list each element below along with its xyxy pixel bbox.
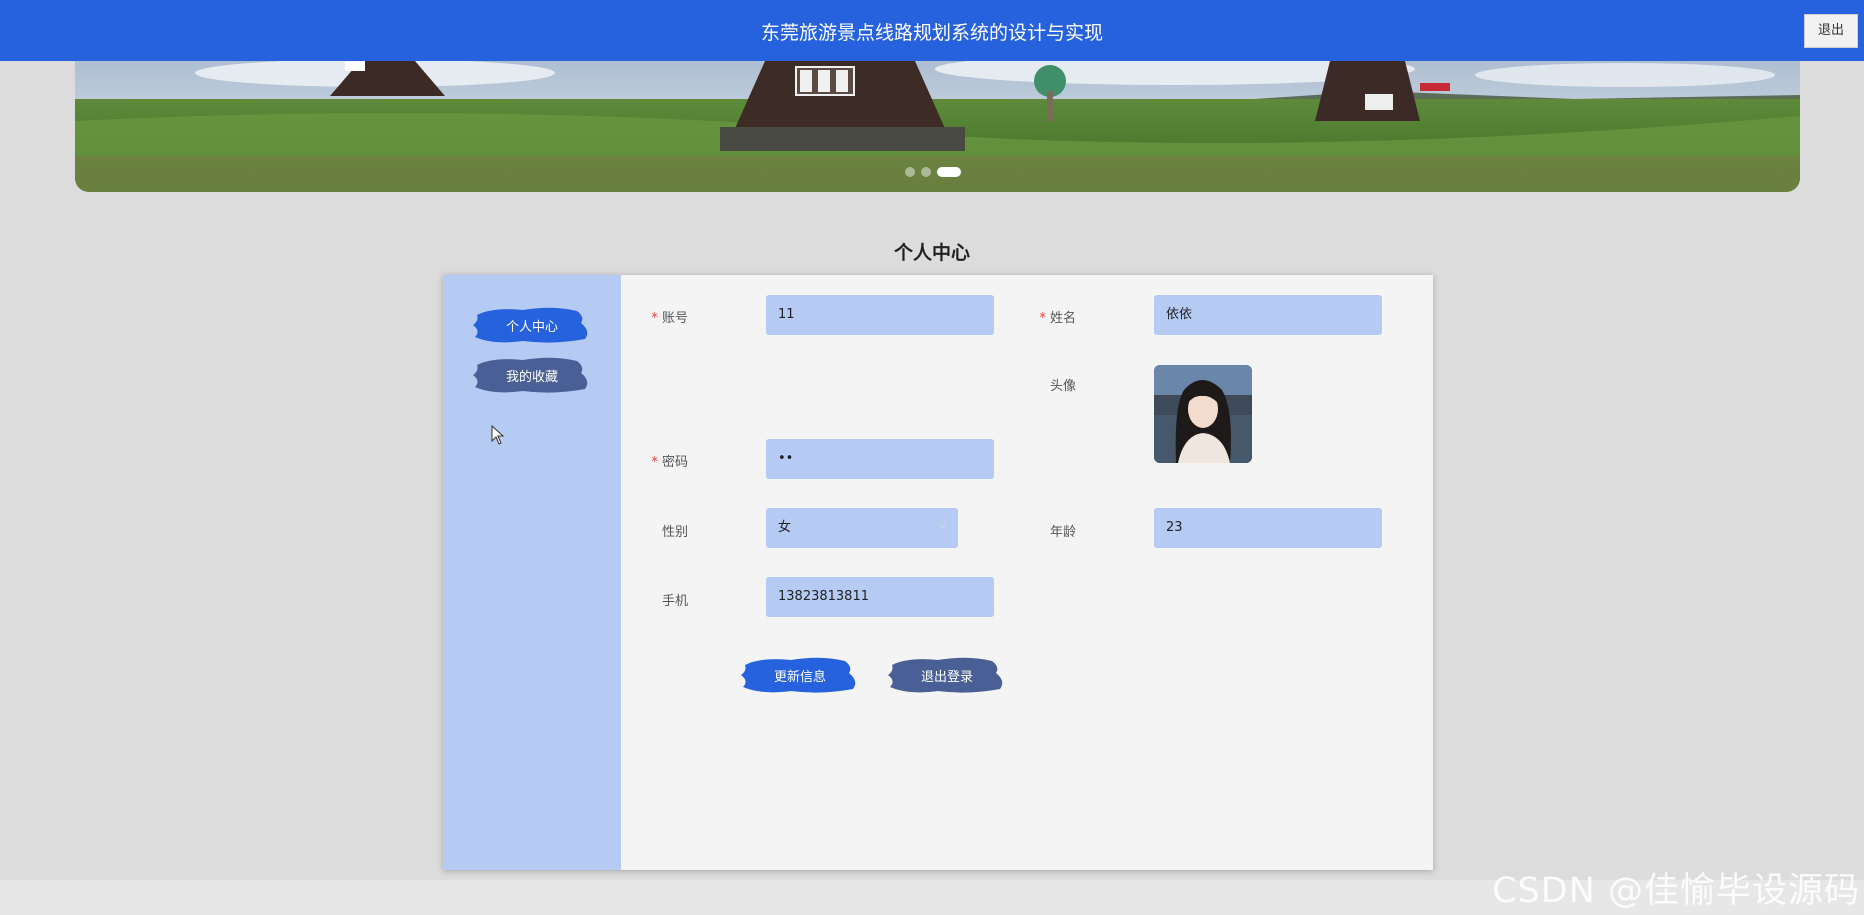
header-logout-button[interactable]: 退出: [1804, 14, 1858, 48]
password-label: * 密码: [651, 455, 688, 470]
chevron-down-icon: [937, 523, 947, 530]
gender-label: 性别: [661, 525, 688, 540]
profile-panel: 个人中心 我的收藏 * 账号 11 * 姓名 依依 头像 * 密码 •• 性别 …: [443, 275, 1433, 870]
name-input[interactable]: 依依: [1154, 295, 1382, 335]
age-label: 年龄: [1049, 525, 1076, 540]
page-title: 个人中心: [893, 242, 970, 264]
watermark: CSDN @佳愉毕设源码: [1492, 871, 1860, 911]
update-info-button[interactable]: 更新信息: [741, 655, 859, 695]
banner-carousel: [75, 61, 1800, 192]
sidebar-item-favorites[interactable]: 我的收藏: [473, 355, 591, 395]
logout-button[interactable]: 退出登录: [888, 655, 1006, 695]
password-input[interactable]: ••: [766, 439, 994, 479]
phone-input[interactable]: 13823813811: [766, 577, 994, 617]
carousel-dot[interactable]: [921, 167, 931, 177]
required-mark: *: [651, 455, 658, 470]
carousel-dot[interactable]: [905, 167, 915, 177]
header-bar: 东莞旅游景点线路规划系统的设计与实现 退出: [0, 0, 1864, 61]
gender-select[interactable]: 女: [766, 508, 958, 548]
sidebar-item-label: 个人中心: [505, 320, 558, 335]
required-mark: *: [651, 311, 658, 326]
required-mark: *: [1039, 311, 1046, 326]
account-input[interactable]: 11: [766, 295, 994, 335]
name-label: * 姓名: [1039, 311, 1076, 326]
avatar[interactable]: [1154, 365, 1252, 463]
carousel-dots: [905, 167, 961, 177]
avatar-photo: [1154, 365, 1252, 463]
avatar-label: 头像: [1049, 379, 1076, 394]
sidebar-item-label: 我的收藏: [505, 370, 558, 385]
carousel-dot-active[interactable]: [937, 167, 961, 177]
logout-label: 退出登录: [920, 670, 973, 685]
update-info-label: 更新信息: [773, 670, 826, 685]
age-input[interactable]: 23: [1154, 508, 1382, 548]
account-label: * 账号: [651, 311, 688, 326]
phone-label: 手机: [661, 594, 688, 609]
app-title: 东莞旅游景点线路规划系统的设计与实现: [760, 22, 1103, 44]
sidebar-item-personal-center[interactable]: 个人中心: [473, 305, 591, 345]
gender-value: 女: [778, 520, 792, 535]
mouse-cursor-icon: [491, 425, 505, 445]
sidebar: 个人中心 我的收藏: [443, 275, 621, 870]
